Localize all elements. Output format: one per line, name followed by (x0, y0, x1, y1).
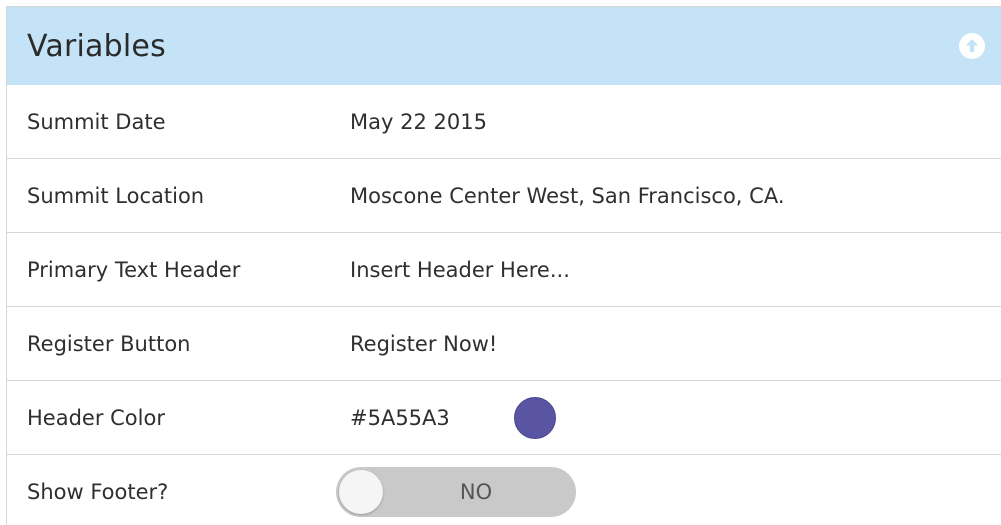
panel-header: Variables (7, 7, 1001, 85)
variables-panel: Variables Summit Date May 22 2015 Summit… (6, 6, 1001, 525)
row-summit-date: Summit Date May 22 2015 (7, 85, 1001, 159)
row-value-text: #5A55A3 (350, 405, 450, 430)
row-value-text: May 22 2015 (350, 109, 487, 134)
row-label: Summit Date (27, 109, 166, 134)
register-button-field[interactable]: Register Now! (350, 332, 497, 356)
row-header-color: Header Color #5A55A3 (7, 381, 1001, 455)
row-value-text: Register Now! (350, 331, 498, 356)
row-value-text: Insert Header Here... (350, 257, 570, 282)
row-label: Summit Location (27, 183, 205, 208)
row-show-footer: Show Footer? NO (7, 455, 1001, 525)
primary-text-header-field[interactable]: Insert Header Here... (350, 258, 570, 282)
show-footer-toggle[interactable]: NO (336, 467, 576, 517)
arrow-up-circle-icon[interactable] (957, 31, 987, 61)
row-summit-location: Summit Location Moscone Center West, San… (7, 159, 1001, 233)
header-color-field[interactable]: #5A55A3 (350, 396, 556, 439)
row-label: Primary Text Header (27, 257, 241, 282)
color-swatch[interactable] (513, 396, 556, 439)
row-label: Register Button (27, 331, 191, 356)
panel-title: Variables (27, 28, 166, 64)
toggle-state-label: NO (459, 480, 493, 504)
row-label: Header Color (27, 405, 165, 430)
row-register-button: Register Button Register Now! (7, 307, 1001, 381)
summit-date-field[interactable]: May 22 2015 (350, 110, 487, 134)
row-value-text: Moscone Center West, San Francisco, CA. (350, 183, 785, 208)
row-label: Show Footer? (27, 480, 169, 504)
row-primary-text-header: Primary Text Header Insert Header Here..… (7, 233, 1001, 307)
summit-location-field[interactable]: Moscone Center West, San Francisco, CA. (350, 184, 785, 208)
